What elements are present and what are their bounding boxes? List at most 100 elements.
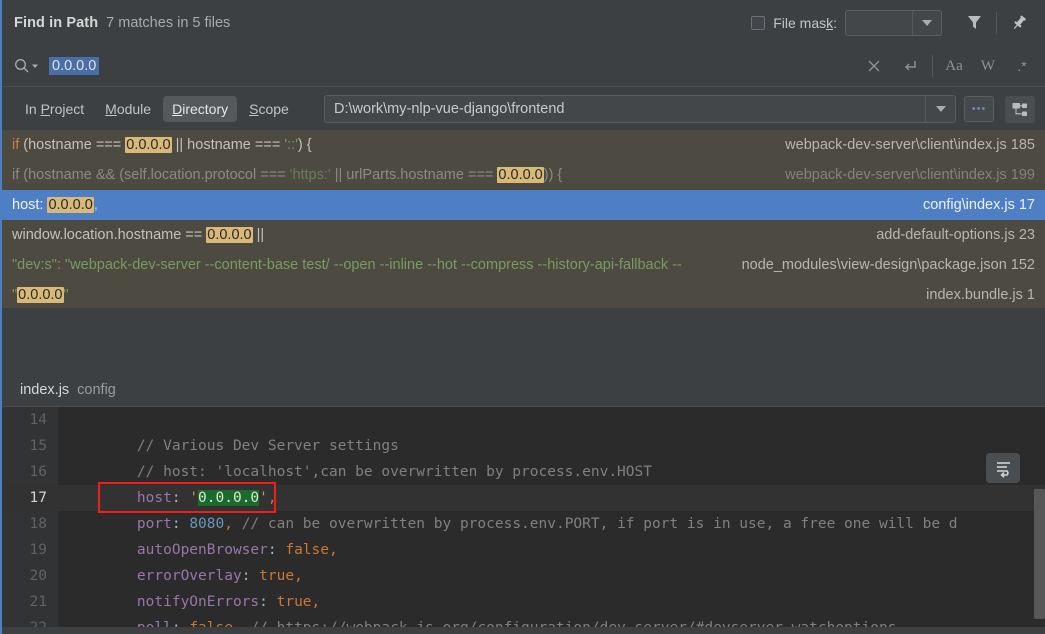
- header-controls: File mask:: [751, 0, 1045, 45]
- code-token: // Various Dev Server settings: [102, 438, 399, 454]
- result-match-text: if (hostname && (self.location.protocol …: [12, 167, 562, 183]
- file-mask-combo[interactable]: [845, 9, 942, 36]
- result-text-segment: "webpack-dev-server --content-base test/…: [60, 257, 682, 273]
- result-match-text: "0.0.0.0": [12, 287, 69, 303]
- line-number: 22: [2, 615, 58, 627]
- scope-tab-in-project[interactable]: In Project: [16, 96, 93, 122]
- preview-directory: config: [77, 382, 116, 398]
- code-line: 15 // Various Dev Server settings: [2, 433, 1045, 459]
- dialog-header: Find in Path 7 matches in 5 files File m…: [2, 0, 1045, 45]
- ellipsis-icon: •••: [971, 103, 987, 115]
- chevron-down-icon: [922, 19, 932, 26]
- result-row[interactable]: window.location.hostname == 0.0.0.0 || ad…: [2, 220, 1045, 250]
- results-list[interactable]: if (hostname === 0.0.0.0 || hostname ===…: [2, 130, 1045, 308]
- scope-tab-directory[interactable]: Directory: [163, 95, 238, 122]
- code-line-text: port: 8080, // can be overwritten by pro…: [58, 516, 958, 532]
- search-icon-group[interactable]: [14, 58, 39, 74]
- file-mask-dropdown-arrow[interactable]: [912, 10, 941, 35]
- code-token: false: [189, 620, 233, 627]
- file-mask-checkbox-box[interactable]: [751, 15, 766, 30]
- result-text-segment: (hostname && (self.location.protocol ===: [23, 167, 290, 183]
- result-text-segment: host:: [12, 197, 48, 213]
- code-token: port: [136, 516, 172, 532]
- result-row[interactable]: if (hostname && (self.location.protocol …: [2, 160, 1045, 190]
- code-line: 14: [2, 407, 1045, 433]
- code-line: 17 host: '0.0.0.0',: [2, 485, 1045, 511]
- code-token: 8080: [189, 516, 225, 532]
- code-token: ,: [311, 594, 321, 610]
- code-line: 19 autoOpenBrowser: false,: [2, 537, 1045, 563]
- line-number: 18: [2, 511, 58, 537]
- result-text-segment: window.location.hostname ==: [12, 227, 207, 243]
- code-token: true: [259, 568, 295, 584]
- code-token: :: [171, 516, 190, 532]
- regex-toggle[interactable]: .*: [1005, 58, 1039, 74]
- chevron-down-icon: [935, 106, 946, 112]
- result-file-location: webpack-dev-server\client\index.js 199: [785, 167, 1035, 183]
- directory-path-combo[interactable]: D:\work\my-nlp-vue-django\frontend: [324, 95, 956, 123]
- search-options-chevron-icon[interactable]: [31, 62, 39, 70]
- line-number: 19: [2, 537, 58, 563]
- code-token: // host: 'localhost',can be overwritten …: [102, 464, 652, 480]
- code-token: host: [136, 490, 172, 506]
- file-mask-label: File mask:: [773, 14, 837, 31]
- result-text-segment: || hostname ===: [171, 137, 285, 153]
- scope-tabs: In Project Module Directory Scope: [16, 95, 301, 122]
- directory-path-dropdown-arrow[interactable]: [925, 96, 955, 122]
- browse-directory-button[interactable]: •••: [964, 96, 994, 122]
- multiline-toggle-button[interactable]: [892, 44, 928, 89]
- line-number: 17: [2, 485, 58, 511]
- result-text-segment: || urlParts.hostname ===: [330, 167, 498, 183]
- pin-icon: [1013, 15, 1026, 29]
- result-row[interactable]: if (hostname === 0.0.0.0 || hostname ===…: [2, 130, 1045, 160]
- result-row[interactable]: "0.0.0.0" index.bundle.js 1: [2, 280, 1045, 308]
- words-toggle[interactable]: W: [971, 58, 1005, 75]
- code-token: :: [267, 542, 286, 558]
- search-input[interactable]: 0.0.0.0: [49, 56, 100, 75]
- match-case-toggle[interactable]: Aa: [937, 58, 971, 75]
- result-match-text: if (hostname === 0.0.0.0 || hostname ===…: [12, 137, 312, 153]
- close-icon: [868, 60, 880, 72]
- file-mask-input[interactable]: [846, 10, 912, 35]
- line-number: 21: [2, 589, 58, 615]
- result-text-segment: ) {: [297, 137, 312, 153]
- soft-wrap-button[interactable]: [986, 453, 1020, 483]
- code-line: 22 poll: false, // https://webpack.js.or…: [2, 615, 1045, 627]
- soft-wrap-icon: [996, 461, 1010, 478]
- result-row[interactable]: host: 0.0.0.0, config\index.js 17: [2, 190, 1045, 220]
- code-token: ,: [329, 542, 338, 558]
- result-match-text: window.location.hostname == 0.0.0.0 ||: [12, 227, 264, 243]
- code-line-text: host: '0.0.0.0',: [58, 490, 277, 506]
- clear-search-button[interactable]: [856, 44, 892, 89]
- editor-scrollbar-thumb[interactable]: [1034, 489, 1045, 619]
- code-token: poll: [137, 620, 172, 627]
- code-preview[interactable]: 14 15 // Various Dev Server settings 16 //…: [2, 407, 1045, 627]
- scope-tab-module[interactable]: Module: [96, 96, 160, 122]
- code-token: ': [189, 490, 199, 506]
- file-mask-checkbox[interactable]: File mask:: [751, 15, 837, 31]
- directory-path-input[interactable]: D:\work\my-nlp-vue-django\frontend: [334, 101, 565, 117]
- scope-tab-scope[interactable]: Scope: [240, 96, 298, 122]
- result-row[interactable]: "dev:s": "webpack-dev-server --content-b…: [2, 250, 1045, 280]
- splitter-gap: [2, 308, 1045, 374]
- result-text-segment: if: [12, 137, 24, 153]
- code-token: autoOpenBrowser: [136, 542, 268, 558]
- search-toolbar: Aa W .*: [856, 45, 1039, 87]
- code-line: 20 errorOverlay: true,: [2, 563, 1045, 589]
- result-text-segment: ": [63, 287, 69, 303]
- code-token: ,: [267, 490, 277, 506]
- module-scope-button[interactable]: [1005, 96, 1035, 123]
- code-token: :: [241, 568, 260, 584]
- code-line-text: // Various Dev Server settings: [58, 438, 399, 454]
- result-file-location: webpack-dev-server\client\index.js 185: [785, 137, 1035, 153]
- pin-button[interactable]: [1001, 0, 1037, 45]
- preview-file-name: index.js: [20, 382, 70, 398]
- code-line-text: autoOpenBrowser: false,: [58, 542, 338, 558]
- result-text-segment: if: [12, 167, 24, 183]
- search-bar[interactable]: 0.0.0.0 Aa W .*: [2, 45, 1045, 87]
- filter-button[interactable]: [956, 0, 992, 45]
- code-token: // https://webpack.js.org/configuration/…: [242, 620, 905, 627]
